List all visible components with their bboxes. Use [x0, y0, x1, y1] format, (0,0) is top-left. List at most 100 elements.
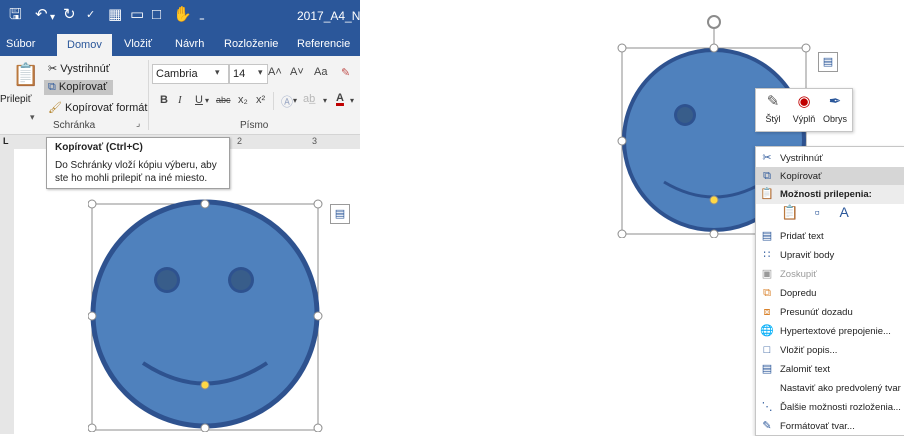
group-divider	[148, 60, 149, 130]
text-effects-dropdown-icon[interactable]: ▾	[293, 96, 297, 105]
menu-item-copy[interactable]: ⧉ Kopírovať	[756, 167, 904, 186]
highlight-dropdown-icon[interactable]: ▾	[323, 96, 327, 105]
grow-font-button[interactable]: A˄	[268, 66, 282, 78]
format-shape-icon: ✎	[762, 420, 772, 432]
font-divider	[273, 92, 274, 110]
resize-handle[interactable]	[88, 311, 97, 321]
resize-handle[interactable]	[709, 229, 719, 238]
resize-handle[interactable]	[88, 199, 97, 209]
resize-handle[interactable]	[200, 199, 210, 209]
tab-design[interactable]: Návrh	[175, 32, 204, 56]
paste-icon[interactable]: 📋	[12, 62, 39, 88]
underline-dropdown-icon[interactable]: ▾	[205, 96, 209, 105]
resize-handle[interactable]	[88, 423, 97, 432]
text-effects-icon[interactable]: Ⓐ	[281, 93, 293, 110]
rotate-handle-icon[interactable]	[707, 15, 721, 29]
paste-button[interactable]: Prilepiť	[0, 94, 32, 105]
menu-item-cut[interactable]: ✂ Vystrihnúť	[756, 149, 904, 168]
layout-options-icon[interactable]: ▤	[330, 204, 350, 224]
menu-item-insert-caption[interactable]: □ Vložiť popis...	[756, 341, 904, 360]
resize-handle[interactable]	[709, 43, 719, 53]
outline-button[interactable]: ✒ Obrys	[820, 91, 850, 125]
tab-home[interactable]: Domov	[57, 34, 112, 56]
superscript-button[interactable]: x²	[256, 94, 265, 106]
font-color-icon[interactable]: A	[336, 92, 344, 104]
spelling-icon[interactable]: ✓	[86, 6, 95, 24]
style-label: Štýl	[765, 114, 781, 124]
resize-handle[interactable]	[313, 311, 323, 321]
save-icon[interactable]: 🖫	[9, 6, 22, 24]
format-painter-button[interactable]: 🖌 Kopírovať formát	[48, 101, 147, 114]
paste-keep-format-icon[interactable]: 📋	[780, 202, 800, 222]
tab-file[interactable]: Súbor	[6, 32, 35, 56]
resize-handle[interactable]	[617, 136, 627, 146]
tooltip-title: Kopírovať (Ctrl+C)	[55, 142, 143, 153]
ribbon-home: 📋 Prilepiť ▾ ✂ Vystrihnúť ⧉ Kopírovať 🖌 …	[0, 56, 360, 135]
adjust-handle[interactable]	[200, 380, 210, 390]
copy-button[interactable]: ⧉ Kopírovať	[44, 80, 114, 95]
clear-format-icon[interactable]: ✎	[341, 66, 350, 79]
shrink-font-button[interactable]: A˅	[290, 66, 304, 78]
menu-item-edit-points[interactable]: ∷ Upraviť body	[756, 246, 904, 265]
menu-item-format-shape[interactable]: ✎ Formátovať tvar...	[756, 417, 904, 435]
print-preview-icon[interactable]: ▦	[108, 6, 122, 24]
tab-layout[interactable]: Rozloženie	[224, 32, 278, 56]
adjust-handle[interactable]	[709, 195, 719, 205]
redo-icon[interactable]: ↻	[63, 6, 76, 24]
context-menu: ✂ Vystrihnúť ⧉ Kopírovať 📋 Možnosti pril…	[755, 146, 904, 436]
tab-references[interactable]: Referencie	[297, 32, 350, 56]
subscript-button[interactable]: x₂	[238, 94, 248, 106]
paste-dropdown-icon[interactable]: ▾	[30, 112, 35, 123]
underline-button[interactable]: U	[195, 94, 203, 106]
tab-selector-icon[interactable]: L	[3, 136, 9, 146]
smiley-face[interactable]	[90, 199, 320, 429]
ribbon-tabs: Súbor Domov Vložiť Návrh Rozloženie Refe…	[0, 32, 360, 56]
copy-label: Kopírovať	[58, 81, 108, 93]
format-painter-icon: 🖌	[48, 102, 62, 114]
strikethrough-button[interactable]: abc	[216, 95, 231, 105]
undo-icon[interactable]: ↶	[35, 6, 48, 24]
bold-button[interactable]: B	[160, 94, 168, 106]
italic-button[interactable]: I	[178, 94, 182, 106]
bring-forward-icon: ⧉	[763, 287, 771, 299]
menu-item-bring-forward[interactable]: ⧉ Dopredu	[756, 284, 904, 303]
paste-options-row: 📋 ▫ A	[780, 202, 858, 226]
open-icon[interactable]: ▭	[130, 6, 144, 24]
cut-button[interactable]: ✂ Vystrihnúť	[48, 62, 110, 75]
new-icon[interactable]: □	[152, 6, 161, 24]
layout-options-icon: ⋱	[761, 401, 773, 413]
font-size-dropdown-icon[interactable]: ▾	[258, 67, 263, 78]
resize-handle[interactable]	[617, 43, 627, 53]
resize-handle[interactable]	[313, 423, 323, 432]
fill-button[interactable]: ◉ Výplň	[789, 91, 819, 125]
resize-handle[interactable]	[313, 199, 323, 209]
change-case-button[interactable]: Aa	[314, 66, 327, 78]
clipboard-dialog-launcher-icon[interactable]: ⌟	[136, 118, 140, 129]
copy-icon: ⧉	[763, 170, 771, 182]
resize-handle[interactable]	[200, 423, 210, 432]
menu-item-set-default-shape[interactable]: Nastaviť ako predvolený tvar	[756, 379, 904, 398]
outline-pen-icon: ✒	[828, 93, 842, 110]
font-name-dropdown-icon[interactable]: ▾	[215, 67, 220, 78]
touch-mode-icon[interactable]: ✋	[173, 6, 192, 24]
menu-item-send-backward[interactable]: ⧈ Presunúť dozadu	[756, 303, 904, 322]
edit-points-icon: ∷	[763, 249, 771, 261]
style-button[interactable]: ✎ Štýl	[758, 91, 788, 125]
ruler-mark: 2	[237, 136, 243, 146]
paste-picture-icon[interactable]: ▫	[807, 202, 827, 222]
menu-item-wrap-text[interactable]: ▤ Zalomiť text	[756, 360, 904, 379]
undo-dropdown-icon[interactable]: ▾	[50, 9, 55, 27]
resize-handle[interactable]	[617, 229, 627, 238]
tab-insert[interactable]: Vložiť	[124, 32, 152, 56]
menu-item-hyperlink[interactable]: 🌐 Hypertextové prepojenie...	[756, 322, 904, 341]
menu-item-add-text[interactable]: ▤ Pridať text	[756, 227, 904, 246]
layout-options-icon[interactable]: ▤	[818, 52, 838, 72]
font-size-value: 14	[233, 68, 246, 80]
font-color-dropdown-icon[interactable]: ▾	[350, 96, 354, 105]
customize-icon[interactable]: ₌	[199, 9, 205, 27]
paste-text-only-icon[interactable]: A	[834, 202, 854, 222]
menu-item-more-layout-options[interactable]: ⋱ Ďalšie možnosti rozloženia...	[756, 398, 904, 417]
resize-handle[interactable]	[801, 43, 811, 53]
smiley-shape-left[interactable]	[88, 198, 324, 432]
highlight-icon[interactable]: ab̲	[303, 93, 315, 105]
